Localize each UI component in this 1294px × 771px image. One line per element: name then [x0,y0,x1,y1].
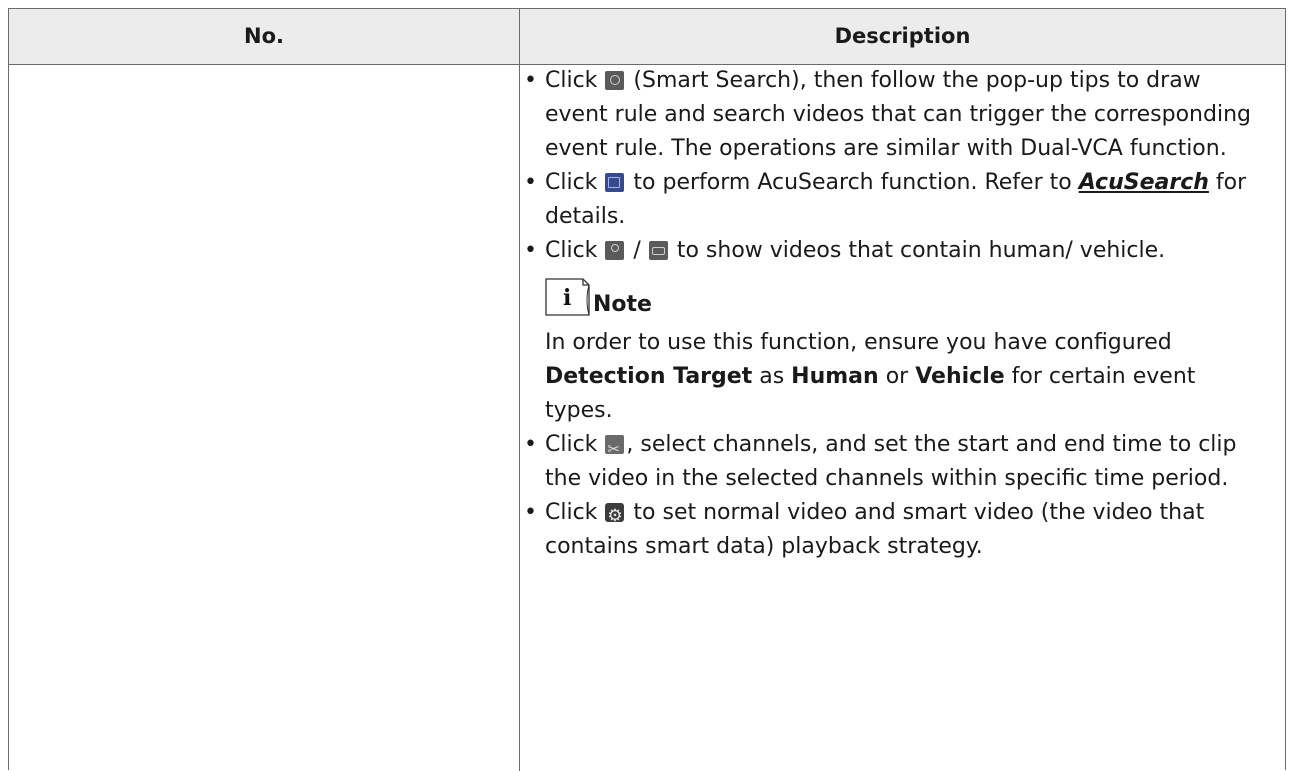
click-text: Click [545,68,598,93]
note-heading: i Note [545,276,1266,316]
strategy-description: to set normal video and smart video (the… [545,500,1205,559]
bullet-dot: • [524,68,537,93]
note-text-part: or [885,364,909,389]
click-text: Click [545,170,598,195]
note-detection-target: Detection Target [545,364,753,389]
acusearch-icon [605,173,625,192]
clip-description: , select channels, and set the start and… [545,432,1237,491]
acusearch-link[interactable]: AcuSearch [1079,170,1209,195]
column-header-no: No. [244,24,284,48]
clip-icon [605,432,625,466]
smart-search-description: (Smart Search), then follow the pop-up t… [545,68,1251,161]
column-header-description: Description [834,24,971,48]
human-icon [605,241,625,260]
list-item-strategy: • Click to set normal video and smart vi… [520,496,1266,564]
note-text: In order to use this function, ensure yo… [545,326,1266,428]
note-vehicle: Vehicle [915,364,1005,389]
note-text-part: as [759,364,785,389]
svg-text:i: i [563,285,571,311]
acusearch-description: to perform AcuSearch function. Refer to [633,170,1072,195]
bullet-dot: • [524,238,537,263]
bullet-dot: • [524,432,537,457]
human-vehicle-description: to show videos that contain human/ vehic… [676,238,1166,263]
note-human: Human [791,364,879,389]
settings-gear-icon [605,499,625,533]
bullet-dot: • [524,170,537,195]
list-item-smart-search: • Click (Smart Search), then follow the … [520,64,1266,166]
click-text: Click [545,500,598,525]
note-title: Note [593,292,652,317]
icon-separator: / [633,238,641,263]
click-text: Click [545,238,598,263]
list-item-human-vehicle: • Click / to show videos that contain hu… [520,234,1266,268]
bullet-dot: • [524,500,537,525]
note-text-part: In order to use this function, ensure yo… [545,330,1172,355]
note-block: i Note In order to use this function, en… [520,276,1266,428]
table-header-row: No. Description [9,9,1285,65]
list-item-acusearch: • Click to perform AcuSearch function. R… [520,166,1266,234]
info-note-icon: i [545,278,591,316]
click-text: Click [545,432,598,457]
smart-search-icon [605,71,625,90]
list-item-clip: • Click , select channels, and set the s… [520,428,1266,496]
vehicle-icon [648,241,668,260]
description-cell: • Click (Smart Search), then follow the … [520,64,1266,564]
